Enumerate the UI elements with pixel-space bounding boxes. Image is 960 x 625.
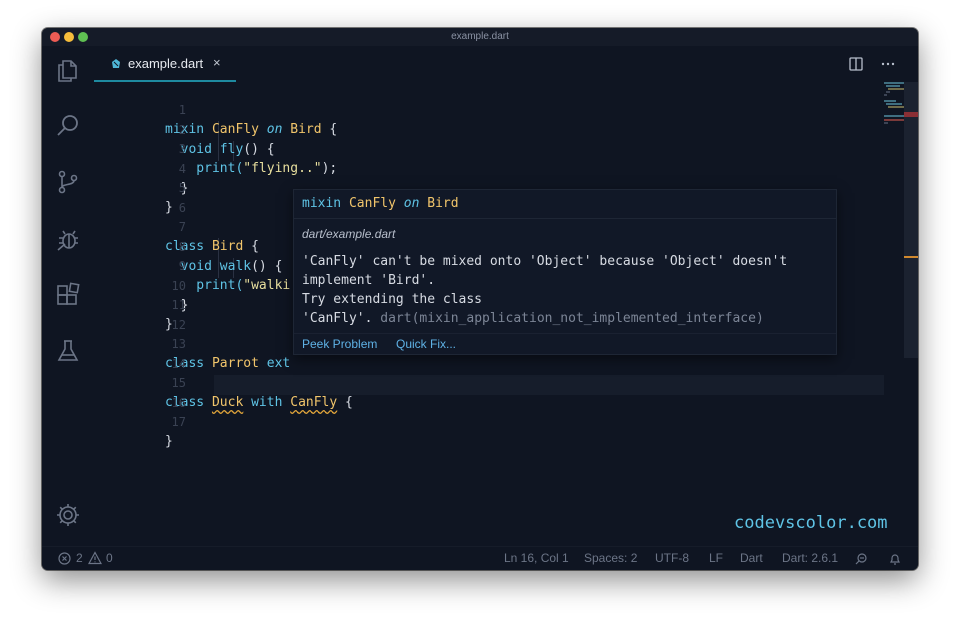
signature-token: mixin (302, 196, 349, 211)
hover-signature: mixin CanFly on Bird (302, 196, 459, 211)
code-line: 17 } (94, 394, 884, 449)
code-line: 16 (94, 375, 884, 410)
watermark-text: codevscolor.com (734, 513, 888, 533)
search-icon[interactable] (55, 113, 81, 139)
peek-problem-link[interactable]: Peek Problem (302, 337, 377, 351)
dart-file-icon (112, 59, 120, 68)
encoding-setting[interactable]: UTF-8 (655, 551, 689, 565)
warning-marker (904, 256, 918, 258)
hover-popup: mixin CanFly on Bird dart/example.dart '… (293, 189, 837, 355)
line-number: 17 (171, 415, 186, 429)
hover-file-path: dart/example.dart (302, 227, 396, 241)
signature-token: CanFly (348, 196, 396, 211)
window-title: example.dart (451, 31, 509, 42)
hover-error-code: dart(mixin_application_not_implemented_i… (380, 311, 764, 326)
code-line: 5 } (94, 160, 884, 215)
hover-message-text: 'CanFly'. (302, 311, 373, 326)
warning-count: 0 (106, 551, 113, 565)
testing-icon[interactable] (55, 338, 81, 364)
title-bar: example.dart (42, 28, 918, 46)
editor-window: example.dart example.dart × 1 mixin CanF… (42, 28, 918, 570)
hover-actions: Peek Problem Quick Fix... (294, 333, 836, 355)
code-line: 15 class Duck with CanFly { (94, 355, 884, 410)
code-token: } (165, 434, 173, 449)
code-line: 1 mixin CanFly on Bird { (94, 82, 884, 137)
debug-icon[interactable] (55, 226, 81, 252)
close-tab-icon[interactable]: × (213, 55, 221, 70)
tab-example-dart[interactable]: example.dart × (94, 46, 236, 82)
hover-message-line: implement 'Bird'. (302, 273, 436, 288)
error-count: 2 (76, 551, 83, 565)
split-editor-icon[interactable] (848, 56, 864, 72)
more-actions-icon[interactable] (880, 56, 896, 72)
signature-token: on (395, 196, 428, 211)
code-line: 4 } (94, 141, 884, 196)
source-control-icon[interactable] (55, 169, 81, 195)
hover-message-line: 'CanFly'. dart(mixin_application_not_imp… (302, 309, 832, 328)
language-mode[interactable]: Dart (740, 551, 763, 565)
files-icon[interactable] (55, 58, 81, 84)
error-marker (904, 112, 918, 117)
notifications-icon[interactable] (888, 552, 902, 566)
activity-bar (42, 46, 94, 546)
signature-token: Bird (427, 196, 459, 211)
hover-message-line: Try extending the class (302, 292, 483, 307)
status-bar: 2 0 Ln 16, Col 1 Spaces: 2 UTF-8 LF Dart… (42, 546, 918, 570)
tab-label: example.dart (128, 56, 204, 71)
indentation-setting[interactable]: Spaces: 2 (584, 551, 637, 565)
warning-icon (88, 551, 102, 565)
quick-fix-link[interactable]: Quick Fix... (396, 337, 456, 351)
hover-message-line: 'CanFly' can't be mixed onto 'Object' be… (302, 254, 788, 269)
dart-sdk-version[interactable]: Dart: 2.6.1 (782, 551, 838, 565)
eol-setting[interactable]: LF (709, 551, 723, 565)
code-line: 3 print("flying.."); (94, 121, 884, 176)
cursor-position[interactable]: Ln 16, Col 1 (504, 551, 569, 565)
error-icon (58, 552, 71, 565)
vertical-scrollbar[interactable] (904, 82, 918, 358)
hover-divider (294, 218, 836, 219)
gear-icon[interactable] (55, 502, 81, 528)
code-line: 2 void fly() { (94, 102, 884, 157)
extensions-icon[interactable] (55, 282, 81, 308)
feedback-icon[interactable] (854, 552, 868, 566)
tab-bar: example.dart × (94, 46, 918, 82)
